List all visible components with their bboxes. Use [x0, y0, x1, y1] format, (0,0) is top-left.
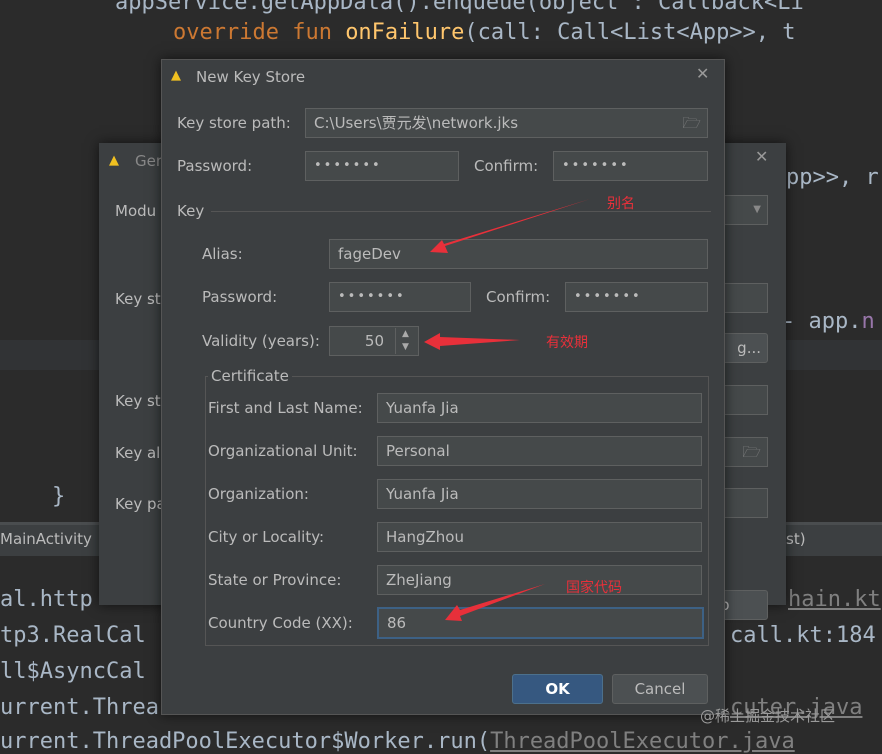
- annotation-arrows: [424, 199, 590, 621]
- arrow-alias: [430, 199, 590, 253]
- arrow-country: [445, 584, 545, 621]
- annotation-country: 国家代码: [566, 580, 622, 596]
- annotation-validity: 有效期: [546, 335, 588, 351]
- watermark: @稀土掘金技术社区: [700, 707, 836, 725]
- arrow-validity: [424, 333, 520, 350]
- annotation-alias: 别名: [607, 196, 635, 212]
